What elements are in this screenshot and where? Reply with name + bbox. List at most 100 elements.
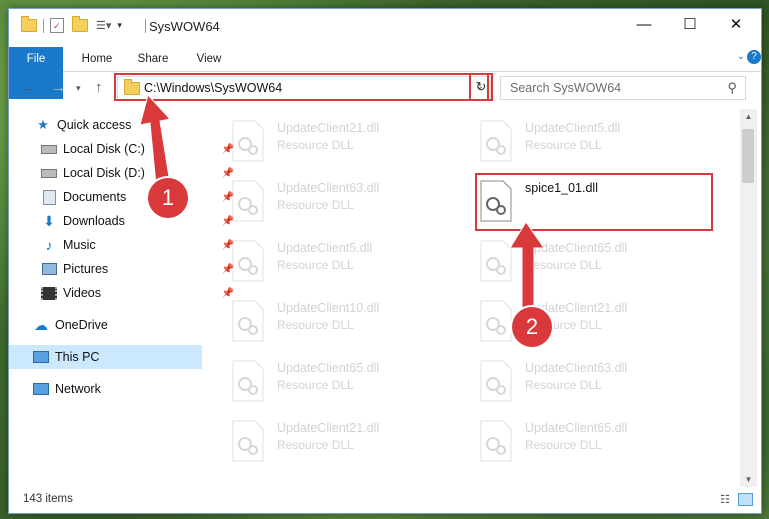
sidebar-item-pictures[interactable]: Pictures 📌 <box>9 257 234 281</box>
list-item[interactable]: UpdateClient65.dll Resource DLL <box>457 411 697 463</box>
file-list: UpdateClient21.dll Resource DLL UpdateCl… <box>209 109 739 484</box>
callout-badge-2: 2 <box>512 307 552 347</box>
file-type: Resource DLL <box>525 138 602 152</box>
tab-view[interactable]: View <box>189 47 229 71</box>
large-icons-view-icon[interactable] <box>738 493 753 506</box>
toolbar-dropdown-icon[interactable]: ▾ <box>117 20 122 31</box>
up-arrow-icon[interactable]: ↑ <box>95 79 103 96</box>
dll-file-icon <box>232 300 264 342</box>
file-name: UpdateClient63.dll <box>277 181 380 195</box>
file-type: Resource DLL <box>277 438 354 452</box>
item-count: 143 items <box>23 493 73 505</box>
expand-ribbon-icon[interactable]: ⌄ <box>737 51 745 62</box>
file-type: Resource DLL <box>277 258 354 272</box>
recent-locations-icon[interactable]: ▾ <box>76 83 81 94</box>
file-explorer-window: ✓ ☰▾ ▾ SysWOW64 — ☐ ✕ File Home Share Vi… <box>8 8 762 514</box>
scroll-up-icon[interactable]: ▲ <box>740 112 757 121</box>
address-row: ← → ▾ ↑ C:\Windows\SysWOW64 ⌄ ↻ Search S… <box>9 73 761 103</box>
view-switcher: ☷ <box>720 493 753 506</box>
sidebar-item-label: Quick access <box>57 118 132 132</box>
sidebar-item-label: Downloads <box>63 214 125 228</box>
dll-file-icon <box>480 420 512 462</box>
file-name: UpdateClient21.dll <box>277 121 380 135</box>
dll-file-icon <box>232 360 264 402</box>
pictures-icon <box>41 262 57 276</box>
list-item[interactable]: UpdateClient65.dll Resource DLL <box>457 231 697 283</box>
list-item[interactable]: UpdateClient5.dll Resource DLL <box>209 231 449 283</box>
folder-icon[interactable] <box>21 16 37 32</box>
details-view-icon[interactable]: ☷ <box>720 493 730 506</box>
minimize-button[interactable]: — <box>621 9 667 39</box>
sidebar-item-local-disk-d[interactable]: Local Disk (D:) 📌 <box>9 161 234 185</box>
dll-file-icon <box>232 120 264 162</box>
sidebar-item-quick-access[interactable]: ★ Quick access <box>9 113 228 137</box>
dll-file-icon <box>480 240 512 282</box>
file-type: Resource DLL <box>277 378 354 392</box>
list-item[interactable]: UpdateClient63.dll Resource DLL <box>457 351 697 403</box>
dll-file-icon <box>232 180 264 222</box>
sidebar-item-label: OneDrive <box>55 318 108 332</box>
help-icon[interactable]: ? <box>747 50 761 64</box>
file-name: UpdateClient5.dll <box>525 121 621 135</box>
sidebar-item-network[interactable]: Network <box>9 377 226 401</box>
sidebar-item-label: Documents <box>63 190 127 204</box>
dll-file-icon <box>232 420 264 462</box>
callout-badge-1: 1 <box>148 178 188 218</box>
sidebar-item-videos[interactable]: Videos 📌 <box>9 281 234 305</box>
file-type: Resource DLL <box>277 138 354 152</box>
sidebar-item-label: Music <box>63 238 96 252</box>
window-title: SysWOW64 <box>149 19 220 34</box>
list-item[interactable]: UpdateClient65.dll Resource DLL <box>209 351 449 403</box>
star-icon: ★ <box>37 117 49 132</box>
callout-arrow-1 <box>140 95 171 186</box>
list-item[interactable]: UpdateClient5.dll Resource DLL <box>457 111 697 163</box>
divider <box>43 18 44 33</box>
file-type: Resource DLL <box>277 318 354 332</box>
new-folder-icon[interactable] <box>72 16 88 32</box>
list-item[interactable]: UpdateClient21.dll Resource DLL <box>457 291 697 343</box>
sidebar-item-local-disk-c[interactable]: Local Disk (C:) 📌 <box>9 137 234 161</box>
file-name: UpdateClient65.dll <box>525 421 628 435</box>
tab-home[interactable]: Home <box>77 47 117 71</box>
divider <box>145 19 146 33</box>
sidebar-item-label: Pictures <box>63 262 109 276</box>
properties-icon[interactable]: ✓ <box>50 18 64 33</box>
sidebar-item-onedrive[interactable]: ☁ OneDrive <box>9 313 226 337</box>
maximize-button[interactable]: ☐ <box>667 9 713 39</box>
dll-file-icon <box>480 120 512 162</box>
sidebar-item-this-pc[interactable]: This PC <box>9 345 202 369</box>
sidebar-item-label: This PC <box>55 350 100 364</box>
scrollbar-thumb[interactable] <box>742 129 754 183</box>
sidebar-item-label: Local Disk (D:) <box>63 166 145 180</box>
sidebar-item-label: Local Disk (C:) <box>63 142 145 156</box>
list-item[interactable]: UpdateClient63.dll Resource DLL <box>209 171 449 223</box>
onedrive-icon: ☁ <box>34 316 48 333</box>
list-item[interactable]: UpdateClient21.dll Resource DLL <box>209 411 449 463</box>
close-button[interactable]: ✕ <box>713 9 759 39</box>
customize-icon[interactable]: ☰▾ <box>96 19 111 32</box>
refresh-icon: ↻ <box>475 79 487 94</box>
refresh-button[interactable]: ↻ <box>469 73 493 101</box>
list-item[interactable]: UpdateClient10.dll Resource DLL <box>209 291 449 343</box>
dll-file-icon <box>480 360 512 402</box>
quick-access-toolbar: ✓ ☰▾ ▾ <box>21 16 122 33</box>
title-bar: ✓ ☰▾ ▾ SysWOW64 — ☐ ✕ <box>9 9 761 43</box>
dll-file-icon <box>232 240 264 282</box>
vertical-scrollbar[interactable]: ▲ ▼ <box>740 109 757 487</box>
status-bar: 143 items ☷ <box>9 487 761 513</box>
sidebar-item-music[interactable]: ♪ Music 📌 <box>9 233 235 257</box>
search-icon[interactable]: ⚲ <box>727 80 737 96</box>
sidebar-item-documents[interactable]: Documents 📌 <box>9 185 234 209</box>
back-arrow-icon[interactable]: ← <box>21 79 36 96</box>
sidebar-item-downloads[interactable]: ⬇ Downloads 📌 <box>9 209 234 233</box>
tab-share[interactable]: Share <box>133 47 173 71</box>
file-type: Resource DLL <box>277 198 354 212</box>
forward-arrow-icon[interactable]: → <box>51 79 66 96</box>
file-type: Resource DLL <box>525 378 602 392</box>
drive-icon <box>41 142 57 156</box>
search-input[interactable]: Search SysWOW64 ⚲ <box>500 76 746 100</box>
list-item[interactable]: UpdateClient21.dll Resource DLL <box>209 111 449 163</box>
sidebar-item-label: Videos <box>63 286 101 300</box>
scroll-down-icon[interactable]: ▼ <box>740 475 757 484</box>
download-icon: ⬇ <box>43 212 55 229</box>
